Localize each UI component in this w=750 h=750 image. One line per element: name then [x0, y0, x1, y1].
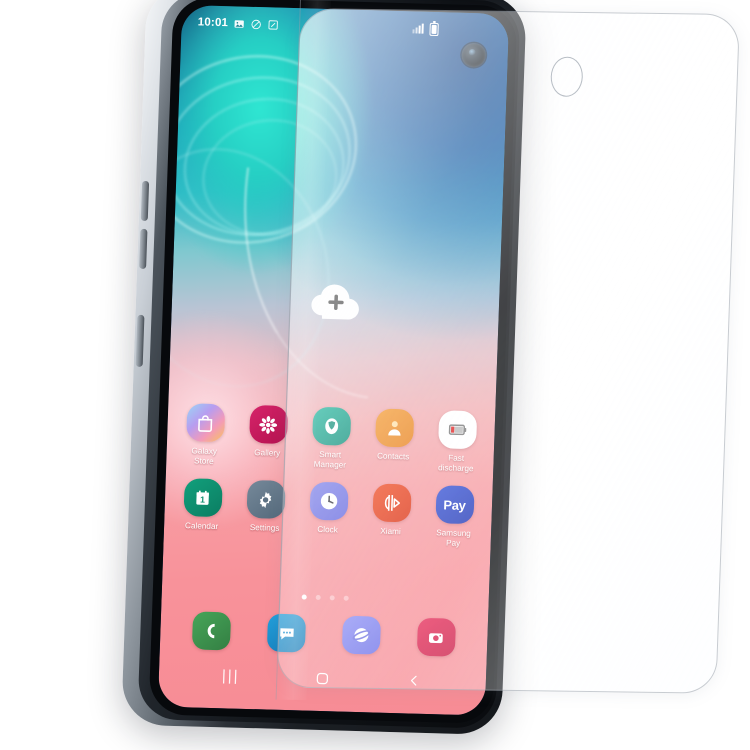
samsung-pay-icon: Pay: [434, 485, 475, 525]
screenshot-icon: [268, 19, 279, 30]
phone-screen: 10:01 Galaxy Store Gallery Smart Manager…: [157, 4, 510, 716]
status-bar-clock: 10:01: [197, 16, 229, 30]
message-glyph: [279, 627, 294, 640]
person-glyph: [387, 421, 401, 436]
product-photo-scene: 10:01 Galaxy Store Gallery Smart Manager…: [0, 0, 750, 750]
cancel-icon: [251, 19, 262, 29]
page-dot[interactable]: [315, 594, 321, 600]
app-label: Samsung Pay: [436, 528, 471, 548]
samsung-pay-text: Pay: [443, 496, 466, 513]
app-grid: Galaxy Store Gallery Smart Manager Conta…: [164, 403, 496, 550]
app-calendar[interactable]: 1 Calendar: [170, 478, 235, 543]
camera-icon[interactable]: [416, 617, 456, 657]
volume-down-button[interactable]: [139, 228, 148, 269]
signal-icon: [412, 23, 424, 34]
app-xiami[interactable]: Xiami: [359, 483, 424, 548]
volume-up-button[interactable]: [140, 180, 150, 222]
app-contacts[interactable]: Contacts: [361, 408, 426, 473]
handset-glyph: [208, 623, 216, 639]
app-clock[interactable]: Clock: [296, 481, 361, 546]
camera-glyph: [429, 632, 443, 643]
calendar-icon: 1: [182, 478, 223, 518]
app-label: Galaxy Store: [191, 446, 218, 466]
app-label: Contacts: [376, 451, 410, 462]
calendar-date-number: 1: [200, 494, 205, 504]
back-icon[interactable]: [397, 666, 432, 695]
page-dot[interactable]: [343, 595, 349, 601]
app-settings[interactable]: Settings: [233, 479, 298, 545]
flower-glyph: [259, 415, 278, 434]
gear-glyph: [259, 491, 272, 508]
contacts-person-icon: [374, 408, 414, 448]
app-galaxy-store[interactable]: Galaxy Store: [172, 403, 237, 468]
app-label: Fast discharge: [437, 453, 474, 474]
cloud-plus-icon: [310, 284, 359, 320]
settings-gear-icon: [245, 479, 286, 519]
battery-icon: [429, 22, 439, 36]
page-dot[interactable]: [301, 594, 307, 600]
battery-glyph: [448, 424, 466, 436]
smart-manager-shield-icon: [311, 406, 351, 446]
message-bubble-icon[interactable]: [266, 613, 307, 653]
clock-glyph: [320, 492, 337, 510]
shield-glyph: [324, 418, 338, 435]
app-gallery[interactable]: Gallery: [235, 404, 300, 470]
app-label: Smart Manager: [313, 449, 347, 470]
app-smart-manager[interactable]: Smart Manager: [298, 406, 363, 471]
cloud-add-widget[interactable]: [308, 283, 363, 322]
app-label: Clock: [317, 524, 338, 535]
back-glyph: [411, 675, 417, 686]
app-label: Gallery: [254, 448, 281, 458]
app-samsung-pay[interactable]: Pay Samsung Pay: [422, 485, 487, 550]
status-bar-left: 10:01: [197, 16, 279, 30]
page-dot[interactable]: [329, 595, 335, 601]
xiami-glyph: [384, 494, 400, 511]
internet-browser-icon[interactable]: [341, 615, 381, 655]
image-icon: [234, 19, 245, 28]
app-label: Xiami: [380, 526, 401, 537]
home-glyph: [316, 672, 329, 684]
shopping-bag-glyph: [198, 414, 213, 432]
gallery-flower-icon: [248, 404, 288, 444]
clock-icon: [308, 481, 349, 521]
app-label: Calendar: [184, 521, 219, 532]
scene-title: Samsung Galaxy S10e with tempered glass …: [0, 0, 1, 1]
browser-globe-glyph: [352, 628, 371, 643]
app-fast-discharge[interactable]: Fast discharge: [424, 410, 489, 475]
calendar-glyph: 1: [196, 490, 209, 505]
galaxy-store-icon: [185, 403, 225, 443]
status-bar-right: [412, 22, 439, 36]
app-label: Settings: [249, 522, 280, 533]
protector-camera-cutout: [550, 56, 584, 97]
home-icon[interactable]: [305, 664, 340, 693]
xiami-music-icon: [371, 483, 412, 523]
smartphone-device: 10:01 Galaxy Store Gallery Smart Manager…: [121, 0, 527, 736]
battery-discharge-icon: [437, 410, 477, 450]
recents-icon[interactable]: |||: [213, 661, 248, 690]
phone-handset-icon[interactable]: [192, 611, 232, 651]
